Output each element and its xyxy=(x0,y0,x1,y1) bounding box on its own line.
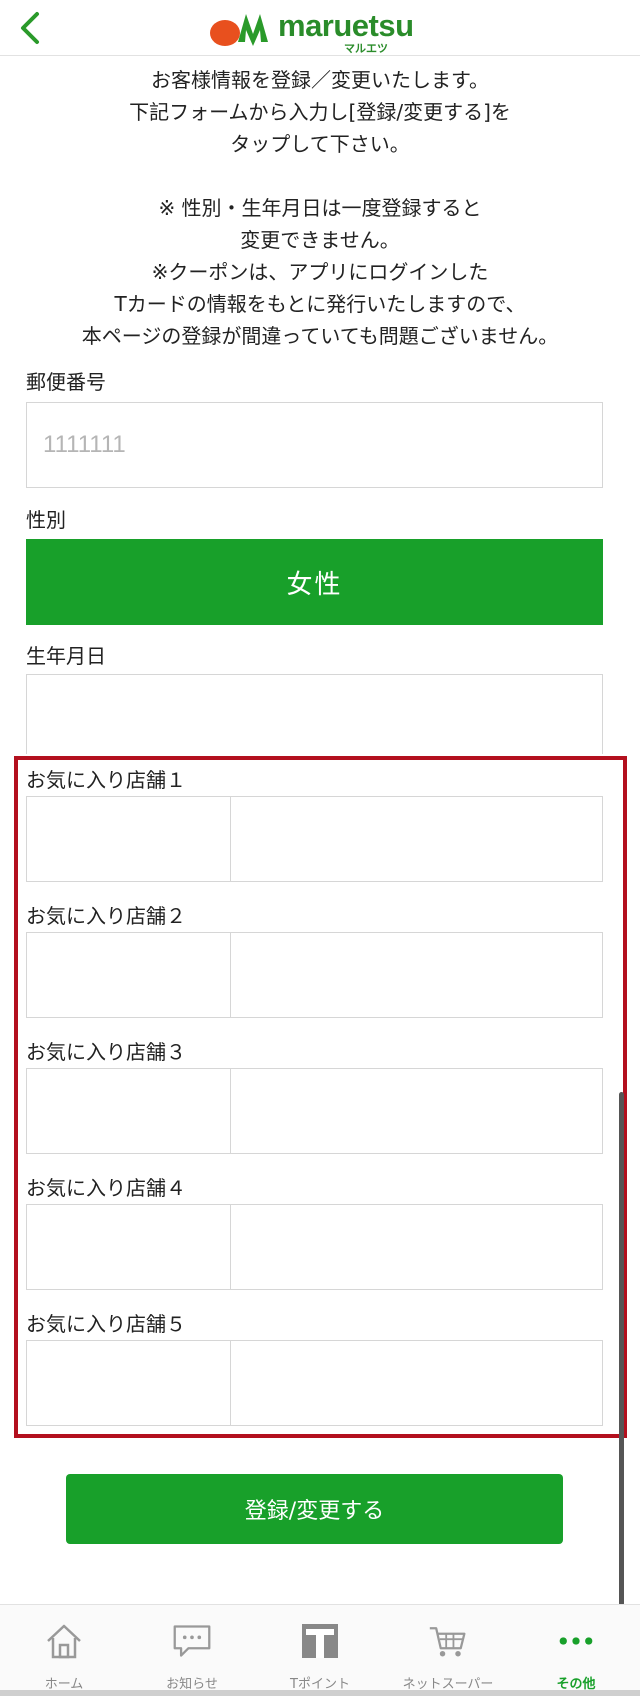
favorite-store-4-row xyxy=(26,1204,603,1290)
favorite-store-2-label: お気に入り店舗２ xyxy=(26,904,186,928)
tpoint-icon xyxy=(302,1624,338,1658)
favorite-store-1-area-select[interactable] xyxy=(26,796,231,882)
favorite-store-4-label: お気に入り店舗４ xyxy=(26,1176,186,1200)
note-line: 本ページの登録が間違っていても問題ございません。 xyxy=(81,324,559,348)
note-line: 変更できません。 xyxy=(240,228,400,252)
intro-line: 下記フォームから入力し[登録/変更する]を xyxy=(129,100,511,124)
note-line: Tカードの情報をもとに発行いたしますので、 xyxy=(114,292,526,316)
favorite-store-5-area-select[interactable] xyxy=(26,1340,231,1426)
favorite-store-4-store-select[interactable] xyxy=(230,1204,603,1290)
favorite-store-3-area-select[interactable] xyxy=(26,1068,231,1154)
favorite-store-1-label: お気に入り店舗１ xyxy=(26,768,186,792)
favorite-store-5-label: お気に入り店舗５ xyxy=(26,1312,186,1336)
app-header: maruetsu マルエツ xyxy=(0,0,640,56)
tab-tpoint[interactable]: Tポイント xyxy=(256,1605,384,1696)
birthday-label: 生年月日 xyxy=(26,644,106,668)
postal-code-label: 郵便番号 xyxy=(26,370,106,394)
note-line: ※ 性別・生年月日は一度登録すると xyxy=(158,196,482,220)
gender-label: 性別 xyxy=(26,508,66,532)
tab-home[interactable]: ホーム xyxy=(0,1605,128,1696)
back-button[interactable] xyxy=(8,4,52,52)
favorite-store-2-row xyxy=(26,932,603,1018)
tab-net-super[interactable]: ネットスーパー xyxy=(384,1605,512,1696)
favorite-store-3-store-select[interactable] xyxy=(230,1068,603,1154)
favorite-store-1-row xyxy=(26,796,603,882)
bottom-divider xyxy=(0,1690,640,1696)
logo-subtext: マルエツ xyxy=(344,42,388,55)
home-icon xyxy=(47,1624,81,1659)
tab-news[interactable]: お知らせ xyxy=(128,1605,256,1696)
logo-text: maruetsu xyxy=(278,8,414,43)
postal-code-placeholder: 1111111 xyxy=(43,431,126,458)
chat-icon xyxy=(173,1625,211,1657)
tab-more[interactable]: その他 xyxy=(512,1605,640,1696)
favorite-store-4-area-select[interactable] xyxy=(26,1204,231,1290)
cart-icon xyxy=(429,1627,466,1657)
submit-button[interactable]: 登録/変更する xyxy=(66,1474,563,1544)
postal-code-input[interactable]: 1111111 xyxy=(26,402,603,488)
favorite-store-1-store-select[interactable] xyxy=(230,796,603,882)
favorite-store-3-label: お気に入り店舗３ xyxy=(26,1040,186,1064)
birthday-input[interactable] xyxy=(26,674,603,754)
note-line: ※クーポンは、アプリにログインした xyxy=(151,260,489,284)
more-icon xyxy=(559,1637,593,1645)
logo-mark-icon xyxy=(210,14,268,46)
favorite-store-2-area-select[interactable] xyxy=(26,932,231,1018)
intro-text: お客様情報を登録／変更いたします。 下記フォームから入力し[登録/変更する]を … xyxy=(0,64,640,352)
favorite-store-3-row xyxy=(26,1068,603,1154)
intro-line: お客様情報を登録／変更いたします。 xyxy=(151,68,489,92)
favorite-store-5-store-select[interactable] xyxy=(230,1340,603,1426)
favorite-store-2-store-select[interactable] xyxy=(230,932,603,1018)
maruetsu-logo: maruetsu マルエツ xyxy=(208,6,448,55)
intro-line: タップして下さい。 xyxy=(230,132,410,156)
gender-select[interactable]: 女性 xyxy=(26,539,603,625)
bottom-tab-bar: ホーム お知らせ Tポイント ネットスーパー その他 xyxy=(0,1604,640,1696)
chevron-left-icon xyxy=(21,12,39,44)
scrollbar[interactable] xyxy=(619,1092,624,1606)
favorite-store-5-row xyxy=(26,1340,603,1426)
